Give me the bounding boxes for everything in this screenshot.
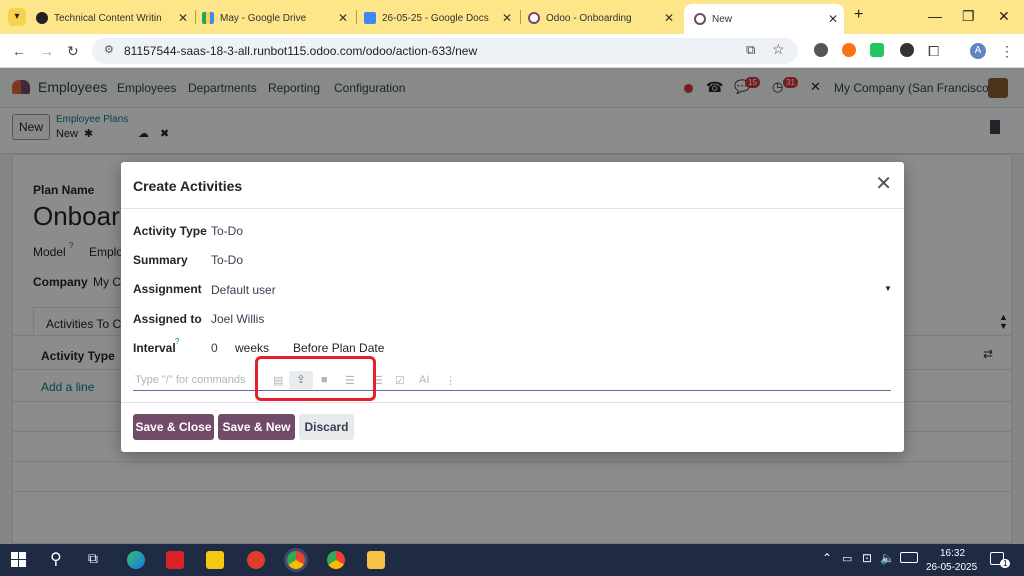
volume-icon[interactable]: 🔈	[880, 551, 895, 565]
close-icon[interactable]: ✕	[875, 174, 892, 194]
tab-title: Odoo - Onboarding	[546, 12, 632, 24]
edge-app-icon[interactable]	[127, 551, 145, 569]
discard-button[interactable]: Discard	[299, 414, 354, 440]
restore-icon[interactable]: ❐	[962, 8, 975, 25]
browser-tab-bar: ▾ Technical Content Writin ✕ May - Googl…	[0, 0, 1024, 34]
checklist-icon[interactable]: ☑	[395, 374, 405, 387]
browser-toolbar: ← → ↻ ⚙ 81157544-saas-18-3-all.runbot115…	[0, 34, 1024, 68]
note-editor[interactable]: Type "/" for commands ▤ ⇪ ■ ☰ ☰ ☑ AI ⋮	[133, 370, 891, 391]
extension-orange-icon[interactable]	[842, 43, 856, 57]
interval-unit-select[interactable]: weeks	[235, 341, 269, 355]
ai-button[interactable]: AI	[419, 374, 429, 386]
google-docs-favicon-icon	[364, 12, 376, 24]
chatgpt-favicon-icon	[36, 12, 48, 24]
tab-google-docs[interactable]: 26-05-25 - Google Docs ✕	[364, 6, 518, 30]
battery-icon[interactable]: ▭	[842, 552, 852, 565]
dropdown-caret-icon[interactable]: ▼	[884, 284, 892, 293]
tab-title: May - Google Drive	[220, 12, 307, 24]
save-close-button[interactable]: Save & Close	[133, 414, 214, 440]
keyboard-icon[interactable]	[900, 552, 918, 563]
assignment-select[interactable]: Default user	[211, 283, 276, 297]
chrome-profile-app-icon[interactable]	[327, 551, 345, 569]
tab-new[interactable]: New ✕	[684, 4, 844, 34]
interval-help-icon[interactable]: ?	[175, 337, 179, 346]
minimize-icon[interactable]: —	[928, 8, 942, 24]
chrome-app-icon[interactable]	[287, 551, 305, 569]
acrobat-app-icon[interactable]	[166, 551, 184, 569]
tab-title: 26-05-25 - Google Docs	[382, 12, 489, 24]
profile-avatar[interactable]: A	[970, 43, 986, 59]
forward-icon[interactable]: →	[40, 43, 54, 59]
reload-icon[interactable]: ↻	[67, 43, 79, 60]
close-tab-icon[interactable]: ✕	[664, 11, 674, 25]
google-drive-favicon-icon	[202, 12, 214, 24]
summary-field[interactable]: To-Do	[211, 253, 243, 267]
more-options-icon[interactable]: ⋮	[445, 374, 456, 387]
windows-start-icon[interactable]	[11, 552, 26, 567]
search-icon[interactable]: ⚲	[50, 549, 62, 569]
extensions-puzzle-icon[interactable]: ⧠	[928, 43, 939, 60]
editor-placeholder: Type "/" for commands	[135, 374, 246, 386]
address-bar[interactable]: ⚙ 81157544-saas-18-3-all.runbot115.odoo.…	[92, 38, 798, 64]
task-view-icon[interactable]: ⧉	[88, 550, 98, 567]
clock-time[interactable]: 16:32	[940, 548, 965, 559]
tab-google-drive[interactable]: May - Google Drive ✕	[202, 6, 354, 30]
bookmark-star-icon[interactable]: ☆	[772, 41, 785, 58]
interval-trigger-select[interactable]: Before Plan Date	[293, 341, 384, 355]
network-icon[interactable]: ⊡	[862, 551, 872, 565]
annotation-highlight-box	[255, 356, 376, 401]
save-new-button[interactable]: Save & New	[218, 414, 295, 440]
assignment-label: Assignment	[133, 282, 202, 296]
tab-odoo-onboarding[interactable]: Odoo - Onboarding ✕	[528, 6, 680, 30]
interval-number-field[interactable]: 0	[211, 341, 218, 355]
browser-menu-icon[interactable]: ⋮	[1000, 43, 1014, 60]
clock-date[interactable]: 26-05-2025	[926, 562, 977, 573]
extension-badge-icon[interactable]	[900, 43, 914, 57]
odoo-favicon-icon	[528, 12, 540, 24]
file-explorer-app-icon[interactable]	[367, 551, 385, 569]
tab-title: New	[712, 13, 733, 25]
close-tab-icon[interactable]: ✕	[828, 12, 838, 26]
tab-technical-content[interactable]: Technical Content Writin ✕	[36, 6, 194, 30]
assigned-to-label: Assigned to	[133, 312, 202, 326]
tray-chevron-icon[interactable]: ⌃	[822, 551, 832, 565]
powerbi-app-icon[interactable]	[206, 551, 224, 569]
interval-label: Interval	[133, 341, 176, 355]
activity-type-label: Activity Type	[133, 224, 207, 238]
summary-label: Summary	[133, 253, 188, 267]
wps-app-icon[interactable]	[247, 551, 265, 569]
window-close-icon[interactable]: ✕	[998, 8, 1010, 25]
tab-title: Technical Content Writin	[54, 12, 162, 24]
close-tab-icon[interactable]: ✕	[502, 11, 512, 25]
create-activities-dialog: Create Activities ✕ Activity Type To-Do …	[121, 162, 904, 452]
odoo-favicon-icon	[694, 13, 706, 25]
install-app-icon[interactable]: ⧉	[746, 42, 755, 58]
close-tab-icon[interactable]: ✕	[178, 11, 188, 25]
site-info-icon[interactable]: ⚙	[104, 43, 114, 56]
new-tab-button[interactable]: +	[854, 6, 863, 24]
tab-search-chevron-icon[interactable]: ▾	[8, 8, 26, 26]
windows-taskbar: ⚲ ⧉ ⌃ ▭ ⊡ 🔈 16:32 26-05-2025 1	[0, 544, 1024, 576]
assigned-to-field[interactable]: Joel Willis	[211, 312, 264, 326]
extension-green-icon[interactable]	[870, 43, 884, 57]
url-text: 81157544-saas-18-3-all.runbot115.odoo.co…	[124, 44, 478, 58]
dialog-title: Create Activities	[133, 178, 243, 194]
extension-robot-icon[interactable]	[814, 43, 828, 57]
activity-type-field[interactable]: To-Do	[211, 224, 243, 238]
close-tab-icon[interactable]: ✕	[338, 11, 348, 25]
back-icon[interactable]: ←	[12, 43, 26, 59]
notification-count-badge: 1	[1000, 559, 1011, 568]
